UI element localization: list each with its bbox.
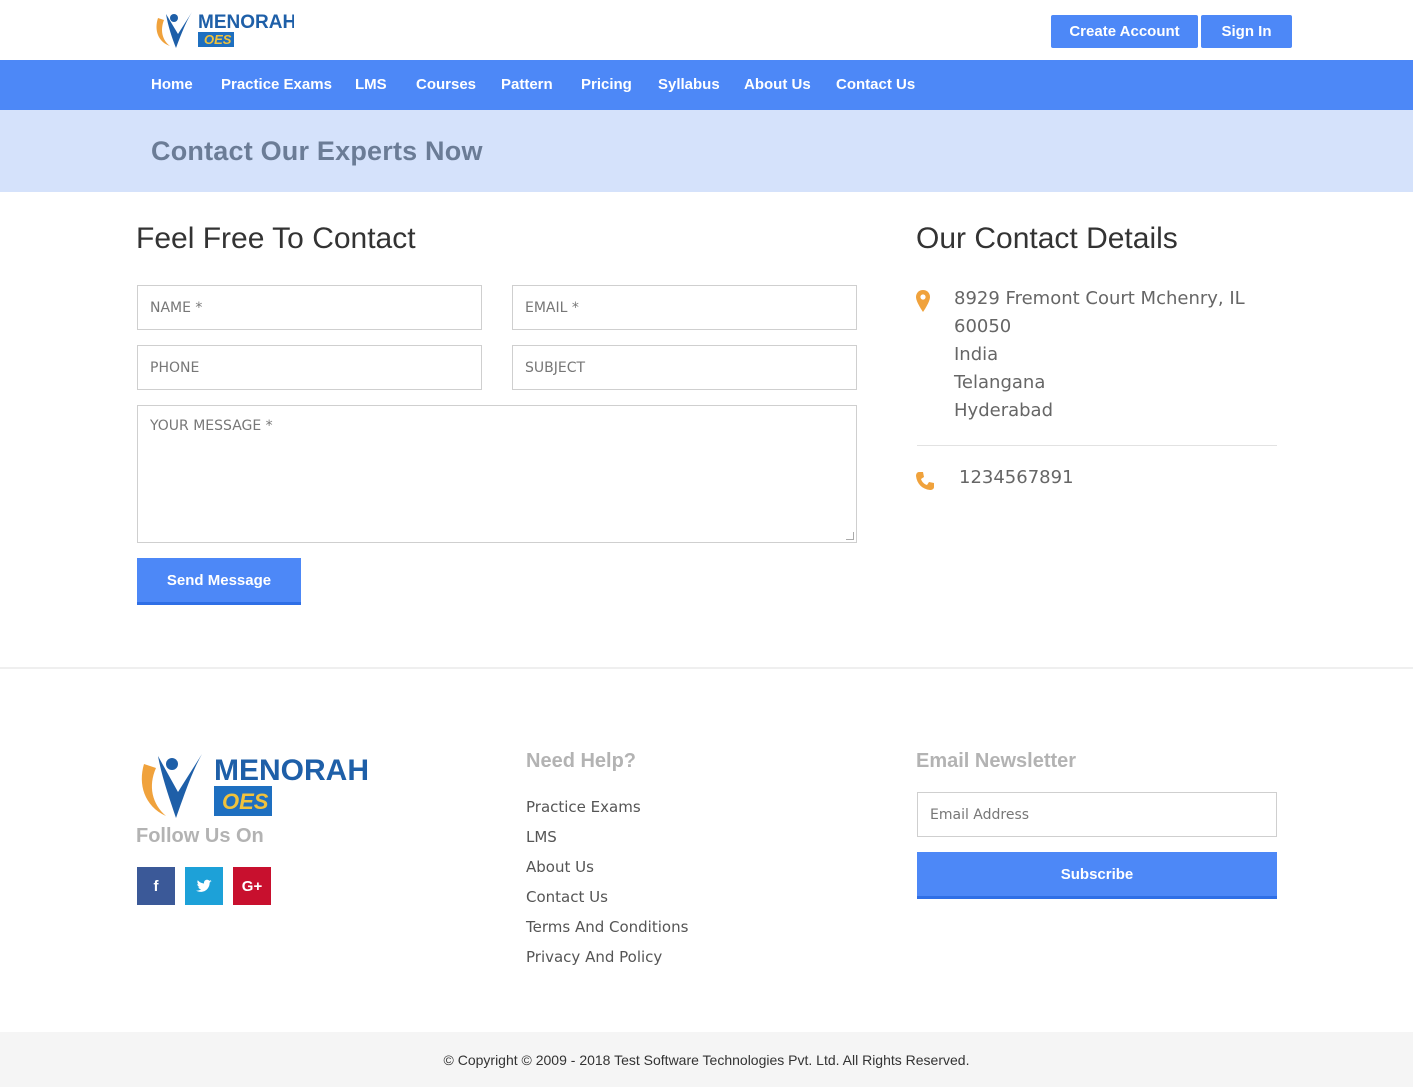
nav-pricing[interactable]: Pricing — [581, 60, 632, 110]
nav-lms[interactable]: LMS — [355, 60, 387, 110]
copyright-bar: © Copyright © 2009 - 2018 Test Software … — [0, 1032, 1413, 1087]
nav-practice-exams[interactable]: Practice Exams — [221, 60, 332, 110]
footer-link-lms[interactable]: LMS — [526, 828, 557, 846]
create-account-button[interactable]: Create Account — [1051, 15, 1198, 48]
form-heading: Feel Free To Contact — [136, 222, 416, 255]
nav-syllabus[interactable]: Syllabus — [658, 60, 720, 110]
footer-link-practice-exams[interactable]: Practice Exams — [526, 798, 641, 816]
svg-text:MENORAH: MENORAH — [198, 12, 294, 33]
nav-contact-us[interactable]: Contact Us — [836, 60, 915, 110]
map-marker-icon — [916, 290, 930, 312]
google-plus-icon[interactable]: G+ — [233, 867, 271, 905]
name-field[interactable]: NAME * — [137, 285, 482, 330]
phone-number: 1234567891 — [959, 467, 1074, 488]
subject-field[interactable]: SUBJECT — [512, 345, 857, 390]
address-line: Telangana — [954, 372, 1046, 393]
svg-text:OES: OES — [204, 32, 232, 47]
email-field[interactable]: EMAIL * — [512, 285, 857, 330]
twitter-icon[interactable] — [185, 867, 223, 905]
copyright-text: © Copyright © 2009 - 2018 Test Software … — [443, 1051, 970, 1068]
page-banner: Contact Our Experts Now — [0, 110, 1413, 192]
address-line: 8929 Fremont Court Mchenry, IL — [954, 288, 1245, 309]
resize-handle-icon[interactable] — [846, 532, 854, 540]
footer-link-terms[interactable]: Terms And Conditions — [526, 918, 688, 936]
menorah-logo[interactable]: MENORAH OES — [152, 8, 294, 50]
address-block: 8929 Fremont Court Mchenry, IL 60050 Ind… — [954, 285, 1245, 425]
section-separator — [0, 667, 1413, 669]
address-line: 60050 — [954, 316, 1012, 337]
newsletter-email-input[interactable]: Email Address — [917, 792, 1277, 837]
footer-link-about-us[interactable]: About Us — [526, 858, 594, 876]
facebook-icon[interactable]: f — [137, 867, 175, 905]
top-header: MENORAH OES Create Account Sign In — [0, 0, 1413, 60]
page-title: Contact Our Experts Now — [151, 136, 483, 166]
details-heading: Our Contact Details — [916, 222, 1178, 255]
main-nav: Home Practice Exams LMS Courses Pattern … — [0, 60, 1413, 110]
nav-about-us[interactable]: About Us — [744, 60, 811, 110]
nav-pattern[interactable]: Pattern — [501, 60, 553, 110]
newsletter-heading: Email Newsletter — [916, 750, 1077, 772]
svg-text:MENORAH: MENORAH — [214, 754, 369, 787]
nav-home[interactable]: Home — [151, 60, 193, 110]
sign-in-button[interactable]: Sign In — [1201, 15, 1292, 48]
address-line: Hyderabad — [954, 400, 1053, 421]
phone-field[interactable]: PHONE — [137, 345, 482, 390]
footer-link-contact-us[interactable]: Contact Us — [526, 888, 608, 906]
subscribe-button[interactable]: Subscribe — [917, 852, 1277, 899]
footer-logo[interactable]: MENORAH OES — [136, 748, 372, 822]
follow-heading: Follow Us On — [136, 825, 264, 847]
details-divider — [917, 445, 1277, 446]
message-placeholder: YOUR MESSAGE * — [150, 418, 273, 434]
nav-courses[interactable]: Courses — [416, 60, 476, 110]
address-line: India — [954, 344, 999, 365]
footer-link-privacy[interactable]: Privacy And Policy — [526, 948, 662, 966]
svg-text:OES: OES — [222, 789, 269, 814]
help-heading: Need Help? — [526, 750, 637, 772]
send-message-button[interactable]: Send Message — [137, 558, 301, 605]
phone-icon — [916, 472, 934, 490]
message-field[interactable]: YOUR MESSAGE * — [137, 405, 857, 543]
